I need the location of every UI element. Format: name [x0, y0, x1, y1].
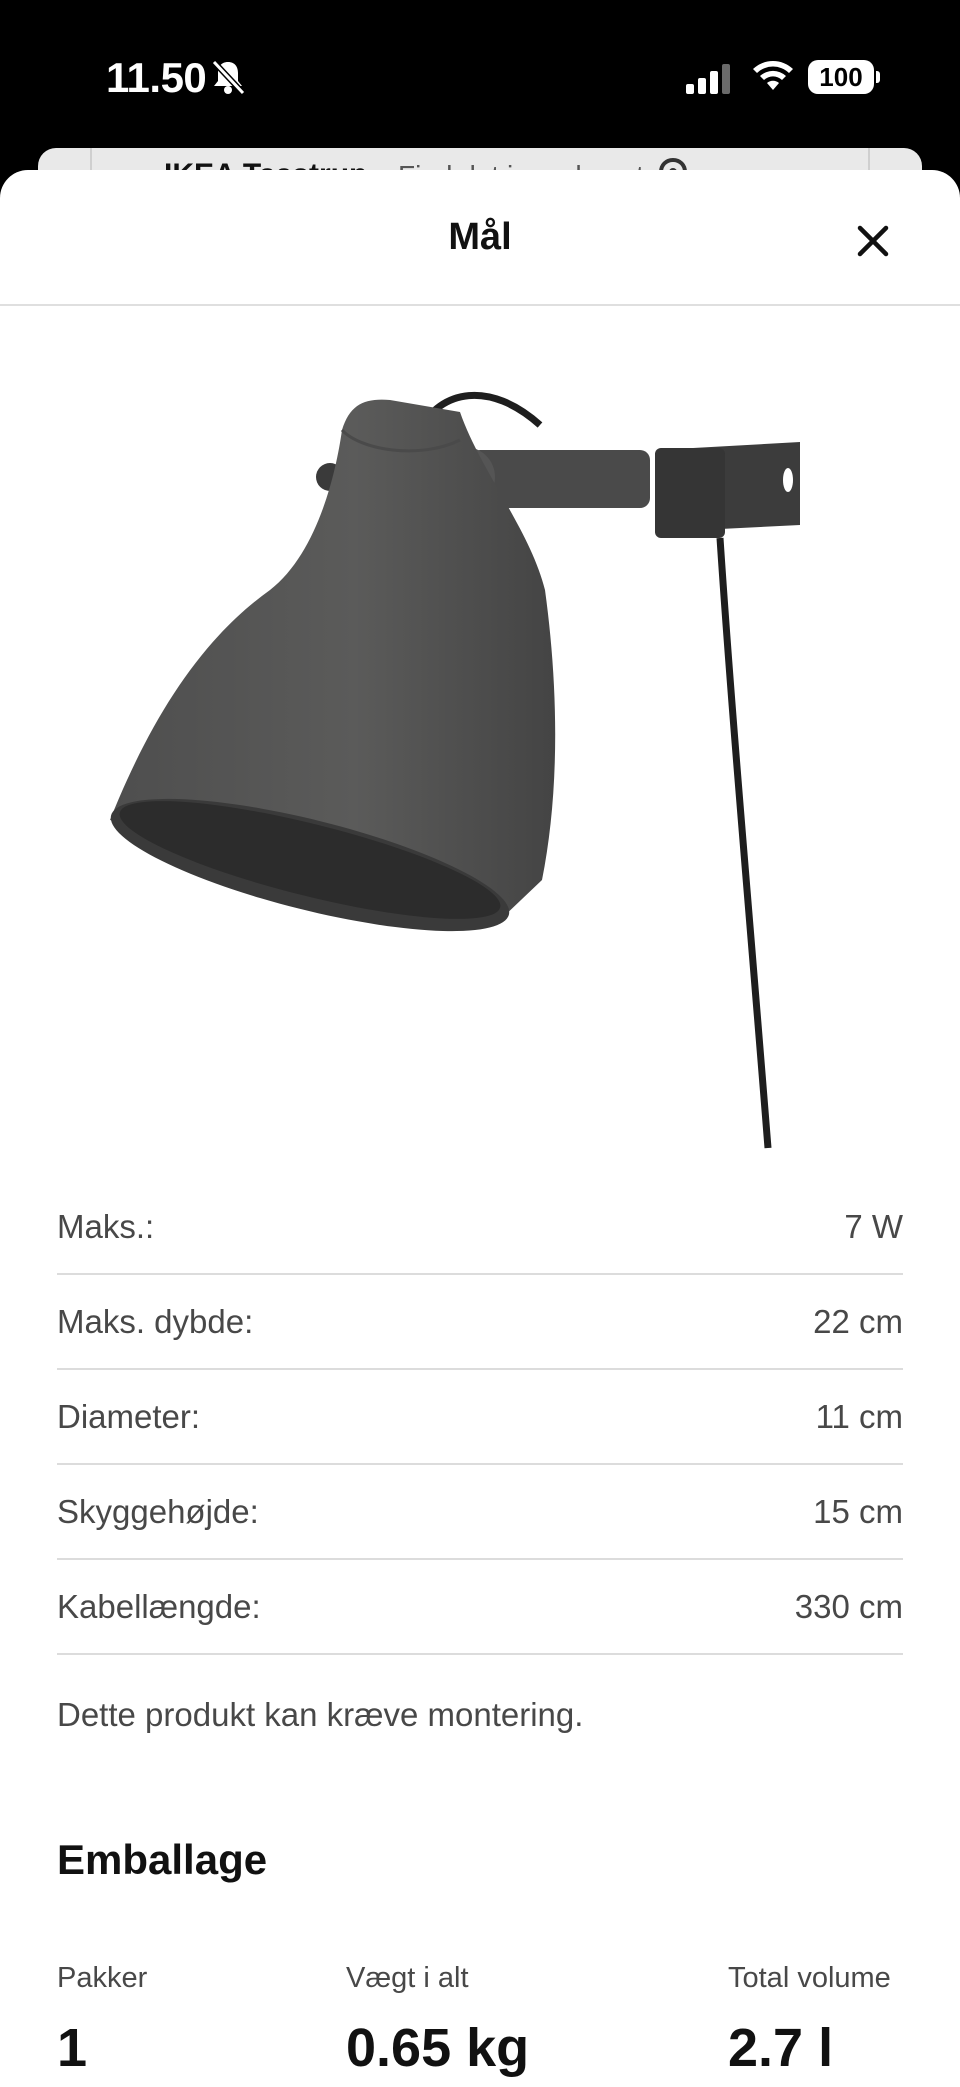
spec-value: 7 W	[844, 1207, 903, 1245]
dimensions-sheet: Mål Maks.: 7 W Maks. dybde: 22 cm Diamet…	[0, 170, 960, 2087]
assembly-note: Dette produkt kan kræve montering.	[57, 1696, 584, 1733]
packaging-label: Pakker	[57, 1962, 148, 1994]
spec-row: Skyggehøjde: 15 cm	[57, 1465, 903, 1560]
status-bar: 11.50 100	[0, 0, 960, 150]
spec-row: Maks. dybde: 22 cm	[57, 1275, 903, 1370]
bell-slash-icon	[211, 59, 246, 96]
battery-indicator: 100	[808, 60, 880, 94]
spec-list: Maks.: 7 W Maks. dybde: 22 cm Diameter: …	[57, 1180, 903, 1655]
spec-row: Kabellængde: 330 cm	[57, 1560, 903, 1655]
spec-value: 11 cm	[815, 1397, 903, 1435]
spec-value: 22 cm	[813, 1302, 903, 1340]
spec-label: Kabellængde:	[57, 1587, 261, 1625]
sheet-title: Mål	[448, 216, 512, 258]
packaging-value: 2.7 l	[728, 2018, 834, 2078]
spec-row: Maks.: 7 W	[57, 1180, 903, 1275]
packaging-label: Total volume	[728, 1962, 891, 1994]
packaging-label: Vægt i alt	[346, 1962, 469, 1994]
packaging-title: Emballage	[57, 1836, 268, 1883]
wifi-icon	[753, 61, 793, 90]
packaging-value: 0.65 kg	[346, 2018, 530, 2078]
product-image	[110, 391, 800, 1149]
spec-label: Skyggehøjde:	[57, 1492, 259, 1530]
packaging-volume: Total volume 2.7 l	[728, 1962, 891, 2079]
packaging-packages: Pakker 1	[57, 1962, 147, 2079]
packaging-value: 1	[57, 2018, 88, 2078]
spec-row: Diameter: 11 cm	[57, 1370, 903, 1465]
spec-value: 330 cm	[794, 1587, 903, 1625]
spec-label: Maks.:	[57, 1207, 155, 1245]
close-icon	[857, 225, 889, 257]
spec-label: Maks. dybde:	[57, 1302, 254, 1340]
status-time: 11.50	[106, 54, 207, 101]
spec-value: 15 cm	[813, 1492, 903, 1530]
sheet-header: Mål	[0, 170, 960, 306]
signal-icon	[686, 64, 730, 94]
packaging-weight: Vægt i alt 0.65 kg	[346, 1962, 529, 2079]
spec-label: Diameter:	[57, 1397, 201, 1435]
close-button[interactable]	[848, 216, 898, 266]
